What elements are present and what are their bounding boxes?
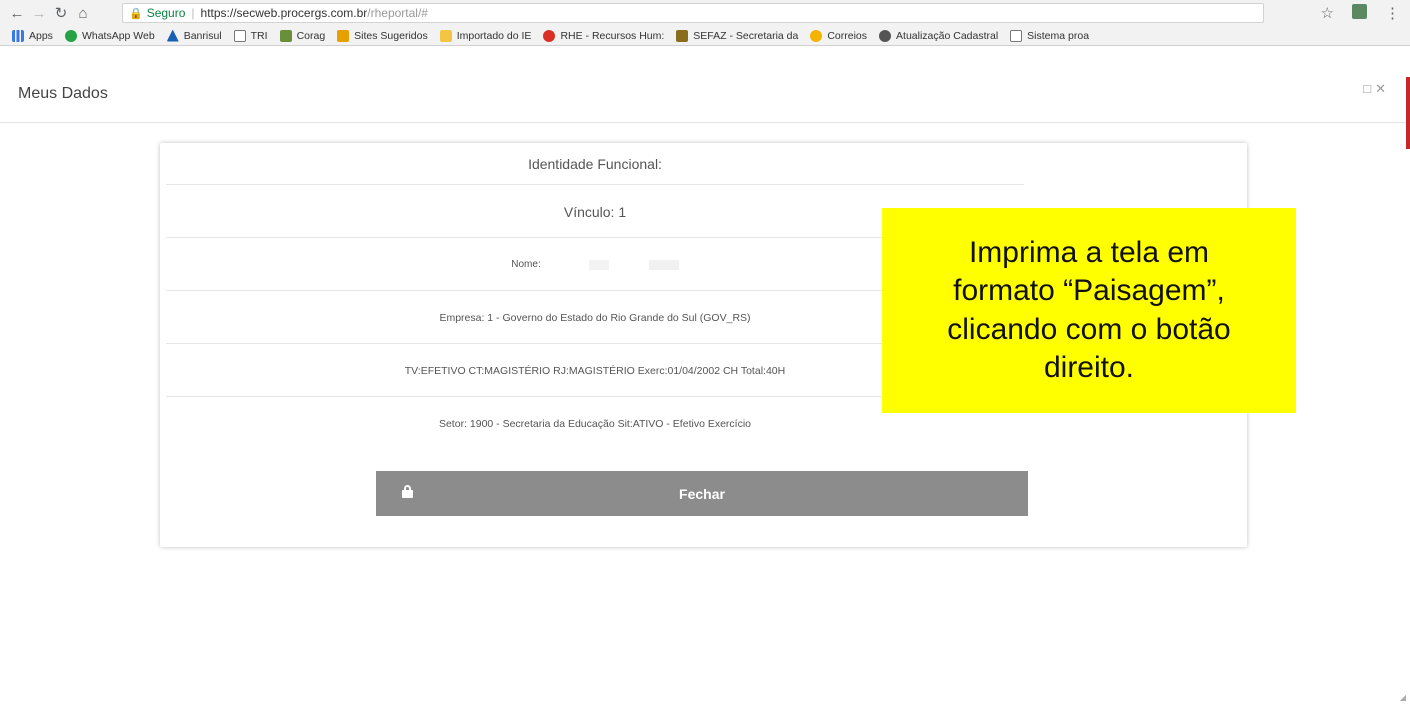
bookmark-apps[interactable]: Apps [12, 29, 53, 42]
rhe-icon [543, 29, 556, 42]
home-icon[interactable]: ⌂ [72, 2, 94, 24]
page-header: Meus Dados □ ✕ [0, 77, 1410, 123]
bookmark-label: Importado do IE [456, 29, 532, 42]
expand-icon[interactable]: □ [1363, 81, 1371, 97]
forward-arrow-icon[interactable]: → [28, 2, 50, 24]
menu-dots-icon[interactable]: ⋮ [1385, 4, 1400, 22]
bookmark-rhe[interactable]: RHE - Recursos Hum: [543, 29, 665, 42]
bookmark-atualizacao[interactable]: Atualização Cadastral [879, 29, 999, 42]
bookmark-label: WhatsApp Web [81, 29, 155, 42]
corag-icon [279, 29, 292, 42]
bookmark-tri[interactable]: TRI [233, 29, 268, 42]
address-separator: | [191, 6, 195, 20]
lock-icon: 🔒 [129, 7, 143, 20]
bookmark-label: Corag [296, 29, 326, 42]
bookmark-star-icon[interactable]: ☆ [1321, 4, 1334, 22]
fechar-button[interactable]: Fechar [376, 471, 1028, 516]
lock-icon [402, 485, 413, 498]
correios-icon [810, 29, 823, 42]
nome-label: Nome: [511, 259, 541, 270]
page-icon [1010, 29, 1023, 42]
extension-icon[interactable] [1352, 4, 1367, 19]
page-title: Meus Dados [18, 85, 108, 102]
bookmark-label: Sites Sugeridos [354, 29, 428, 42]
atualizacao-icon [879, 29, 892, 42]
bookmark-label: Correios [827, 29, 868, 42]
bookmark-label: Atualização Cadastral [896, 29, 999, 42]
identidade-funcional-label: Identidade Funcional: [528, 155, 662, 172]
toolbar-right-icons: ☆ ⋮ [1321, 4, 1400, 22]
url-path: /rheportal/# [367, 6, 428, 20]
bookmark-sites-sugeridos[interactable]: Sites Sugeridos [337, 29, 428, 42]
security-label: Seguro [146, 6, 186, 20]
browser-toolbar: ← → ↻ ⌂ 🔒 Seguro | https://secweb.procer… [0, 0, 1410, 26]
bookmark-label: TRI [250, 29, 268, 42]
url-host: https://secweb.procergs.com.br [200, 6, 368, 20]
header-icons: □ ✕ [1363, 81, 1386, 97]
nome-value-redacted [548, 259, 679, 270]
back-arrow-icon[interactable]: ← [6, 2, 28, 24]
banrisul-icon [166, 29, 179, 42]
reload-icon[interactable]: ↻ [50, 2, 72, 24]
bookmark-label: RHE - Recursos Hum: [560, 29, 665, 42]
sites-icon [337, 29, 350, 42]
folder-icon [439, 29, 452, 42]
bookmarks-bar: Apps WhatsApp Web Banrisul TRI Corag Sit… [0, 26, 1410, 46]
resize-corner-icon: ◢ [1399, 693, 1406, 702]
setor-text: Setor: 1900 - Secretaria da Educação Sit… [438, 418, 752, 430]
page-icon [233, 29, 246, 42]
bookmark-label: SEFAZ - Secretaria da [693, 29, 799, 42]
bookmark-label: Banrisul [183, 29, 222, 42]
bookmark-banrisul[interactable]: Banrisul [166, 29, 222, 42]
fechar-label: Fechar [679, 485, 725, 502]
bookmark-label: Sistema proa [1027, 29, 1090, 42]
bookmark-sistema-proa[interactable]: Sistema proa [1010, 29, 1090, 42]
close-icon[interactable]: ✕ [1375, 81, 1386, 97]
address-bar[interactable]: 🔒 Seguro | https://secweb.procergs.com.b… [122, 3, 1264, 23]
vinculo-label: Vínculo: 1 [563, 203, 627, 220]
whatsapp-icon [64, 29, 77, 42]
bookmark-importado-ie[interactable]: Importado do IE [439, 29, 532, 42]
scrollbar-accent [1406, 77, 1410, 149]
apps-icon [12, 29, 24, 42]
bookmark-sefaz[interactable]: SEFAZ - Secretaria da [676, 29, 799, 42]
instruction-note: Imprima a tela em formato “Paisagem”, cl… [882, 208, 1296, 413]
bookmark-corag[interactable]: Corag [279, 29, 326, 42]
sefaz-icon [676, 29, 689, 42]
bookmark-whatsapp[interactable]: WhatsApp Web [64, 29, 155, 42]
bookmark-label: Apps [29, 29, 53, 42]
empresa-text: Empresa: 1 - Governo do Estado do Rio Gr… [439, 311, 751, 324]
tipo-vinculo-text: TV:EFETIVO CT:MAGISTÉRIO RJ:MAGISTÉRIO E… [404, 364, 786, 377]
identidade-funcional-row: Identidade Funcional: [166, 143, 1024, 185]
bookmark-correios[interactable]: Correios [810, 29, 868, 42]
